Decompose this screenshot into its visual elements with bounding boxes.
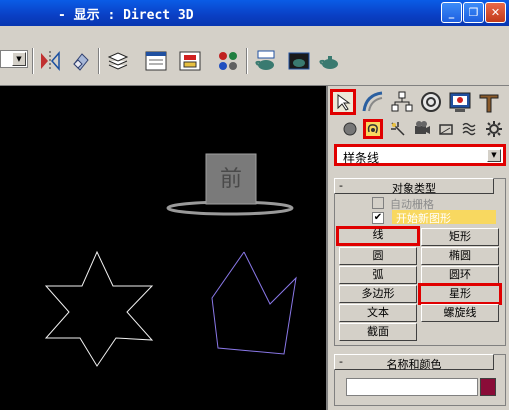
text-button[interactable]: 文本 [339,304,417,322]
lights-icon[interactable] [388,119,408,139]
geometry-icon[interactable] [340,119,360,139]
viewport-canvas: 前 [44,153,297,367]
toolbar-separator [246,48,248,74]
section-button[interactable]: 截面 [339,323,417,341]
schematic-view-icon[interactable] [178,50,202,72]
minimize-button[interactable]: _ [441,2,462,23]
start-new-shape-label: 开始新图形 [392,210,496,225]
restore-button[interactable]: ❐ [463,2,484,23]
main-toolbar: ▼ [0,26,509,86]
ngon-button[interactable]: 多边形 [339,285,417,303]
arc-button[interactable]: 弧 [339,266,417,284]
layer-manager-icon[interactable] [106,50,130,72]
render-scene-icon[interactable] [254,50,278,72]
line-shape[interactable] [211,251,297,355]
helpers-icon[interactable] [436,119,456,139]
star-button[interactable]: 星形 [418,283,502,305]
view-cube-gizmo[interactable]: 前 [166,153,294,216]
helix-button[interactable]: 螺旋线 [421,304,499,322]
front-viewport[interactable]: 前 [0,86,326,410]
chevron-down-icon: ▼ [12,52,26,66]
start-new-shape-checkbox[interactable]: ✔ [372,212,384,224]
window-title: - 显示 : Direct 3D [58,8,194,23]
view-cube-label: 前 [220,167,242,192]
object-name-input[interactable] [346,378,478,396]
utilities-tab[interactable] [476,89,502,115]
modify-tab[interactable] [360,89,386,115]
name-color-header[interactable]: - 名称和颜色 [334,354,494,371]
material-editor-icon[interactable] [216,50,240,72]
command-panel: 样条线 ▼ - 对象类型 自动栅格 ✔ 开始新图形 线 矩形 圆 椭圆 弧 圆环… [326,86,509,410]
cameras-icon[interactable] [412,119,432,139]
ellipse-button[interactable]: 椭圆 [421,247,499,265]
object-color-swatch[interactable] [480,378,496,396]
toolbar-separator [98,48,100,74]
display-tab[interactable] [447,89,473,115]
create-tab[interactable] [330,89,356,115]
mirror-icon[interactable] [38,50,62,72]
line-button[interactable]: 线 [336,226,420,246]
object-type-title: 对象类型 [392,182,436,195]
circle-button[interactable]: 圆 [339,247,417,265]
name-color-title: 名称和颜色 [386,358,442,371]
shapes-icon[interactable] [363,119,383,139]
hierarchy-tab[interactable] [389,89,415,115]
chevron-down-icon: ▼ [487,149,501,162]
motion-tab[interactable] [418,89,444,115]
systems-icon[interactable] [484,119,504,139]
title-bar: - 显示 : Direct 3D _ ❐ ✕ [0,0,509,26]
curve-editor-icon[interactable] [144,50,168,72]
object-type-header[interactable]: - 对象类型 [334,178,494,195]
render-last-icon[interactable] [318,50,342,72]
category-dropdown[interactable]: 样条线 ▼ [334,144,506,166]
selection-filter-dropdown[interactable]: ▼ [0,50,28,68]
toolbar-separator [32,48,34,74]
auto-grid-checkbox[interactable] [372,197,384,209]
quick-render-icon[interactable] [287,50,311,72]
category-value: 样条线 [343,151,380,165]
rectangle-button[interactable]: 矩形 [421,228,499,246]
spacewarps-icon[interactable] [460,119,480,139]
star-shape[interactable] [44,250,154,367]
align-icon[interactable] [68,50,92,72]
donut-button[interactable]: 圆环 [421,266,499,284]
close-button[interactable]: ✕ [485,2,506,23]
